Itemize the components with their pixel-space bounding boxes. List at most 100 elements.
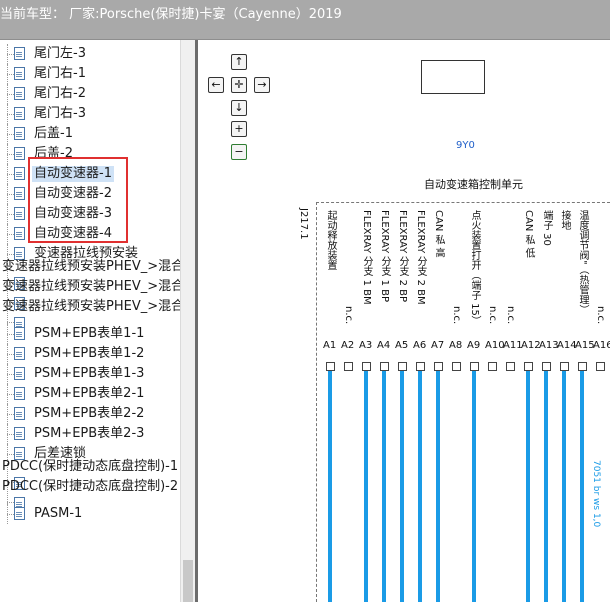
- pin-function-label: FLEXRAY 分支 1 BP: [379, 210, 390, 302]
- tree-branch-line: [7, 502, 14, 503]
- pin-connector[interactable]: [452, 362, 461, 371]
- pin-number: A9: [467, 340, 481, 351]
- zoom-out-button[interactable]: −: [231, 144, 247, 160]
- tree-item[interactable]: 尾门右-1: [0, 64, 180, 84]
- pin-connector[interactable]: [596, 362, 605, 371]
- pin-number: A4: [377, 340, 391, 351]
- pin-connector[interactable]: [326, 362, 335, 371]
- pin-connector[interactable]: [416, 362, 425, 371]
- tree-item-label: PSM+EPB表单2-3: [34, 426, 145, 441]
- pin-connector[interactable]: [380, 362, 389, 371]
- unit-boundary-top: [316, 202, 610, 203]
- pin-connector[interactable]: [524, 362, 533, 371]
- pin-number: A3: [359, 340, 373, 351]
- pin-number: A11: [503, 340, 523, 351]
- tree-item[interactable]: PSM+EPB表单1-1: [0, 324, 180, 344]
- tree-item-label: 变速器拉线预安装PHEV_>混合: [2, 299, 180, 314]
- pin-connector[interactable]: [362, 362, 371, 371]
- wire[interactable]: [400, 371, 404, 602]
- document-icon: [14, 507, 25, 520]
- pin-connector[interactable]: [398, 362, 407, 371]
- wire[interactable]: [526, 371, 530, 602]
- tree-item[interactable]: PSM+EPB表单2-3: [0, 424, 180, 444]
- pan-right-button[interactable]: →: [254, 77, 270, 93]
- tree-branch-line: [7, 174, 14, 175]
- tree-item[interactable]: PDCC(保时捷动态底盘控制)-2: [0, 479, 180, 510]
- document-icon: [14, 327, 25, 340]
- pan-down-button[interactable]: ↓: [231, 100, 247, 116]
- pin-number: A12: [521, 340, 541, 351]
- wire[interactable]: [436, 371, 440, 602]
- pin-connector[interactable]: [578, 362, 587, 371]
- wire[interactable]: [418, 371, 422, 602]
- pin-number: A10: [485, 340, 505, 351]
- tree-item-label: 变速器拉线预安装PHEV_>混合: [2, 259, 180, 274]
- tree-item[interactable]: PSM+EPB表单2-1: [0, 384, 180, 404]
- tree-item[interactable]: PSM+EPB表单2-2: [0, 404, 180, 424]
- document-icon: [14, 87, 25, 100]
- tree-item[interactable]: 后盖-1: [0, 124, 180, 144]
- wire[interactable]: [580, 371, 584, 602]
- document-icon: [14, 127, 25, 140]
- pin-connector[interactable]: [488, 362, 497, 371]
- pin-function-label: FLEXRAY 分支 2 BM: [415, 210, 426, 305]
- document-icon: [14, 227, 25, 240]
- tree-item-label: 尾门右-2: [34, 86, 86, 101]
- pan-center-button[interactable]: ✛: [231, 77, 247, 93]
- tree-item[interactable]: 尾门左-3: [0, 44, 180, 64]
- tree-scrollbar[interactable]: [180, 40, 195, 602]
- pin-function-label: n.c.: [487, 306, 498, 325]
- tree-branch-line: [7, 94, 14, 95]
- pin-connector[interactable]: [560, 362, 569, 371]
- pin-connector[interactable]: [434, 362, 443, 371]
- document-icon: [14, 347, 25, 360]
- unit-title: 自动变速箱控制单元: [424, 178, 523, 191]
- tree-item-label: PSM+EPB表单1-2: [34, 346, 145, 361]
- wire-label: 7051 br ws 1,0: [591, 460, 601, 528]
- model-code: 9Y0: [456, 140, 475, 151]
- component-tree[interactable]: 尾门左-3 尾门右-1 尾门右-2 尾门右-3 后盖-1 后盖-2 自动变速器-1 自动变速器…: [0, 40, 180, 602]
- wire[interactable]: [328, 371, 332, 602]
- pin-connector[interactable]: [344, 362, 353, 371]
- wire[interactable]: [364, 371, 368, 602]
- scrollbar-thumb[interactable]: [183, 560, 193, 602]
- tree-item[interactable]: PSM+EPB表单1-2: [0, 344, 180, 364]
- tree-item[interactable]: PASM-1: [0, 504, 180, 524]
- pin-function-label: FLEXRAY 分支 1 BM: [361, 210, 372, 305]
- pin-function-label: FLEXRAY 分支 2 BP: [397, 210, 408, 302]
- document-icon: [14, 367, 25, 380]
- pin-connector[interactable]: [542, 362, 551, 371]
- document-icon: [14, 67, 25, 80]
- tree-branch-line: [7, 394, 14, 395]
- pin-number: A14: [557, 340, 577, 351]
- wire[interactable]: [472, 371, 476, 602]
- zoom-in-button[interactable]: +: [231, 121, 247, 137]
- tree-branch-line: [7, 322, 14, 323]
- pin-function-label: 端子 30: [541, 210, 552, 246]
- component-symbol-box: [421, 60, 485, 94]
- document-icon: [14, 207, 25, 220]
- pin-number: A15: [575, 340, 595, 351]
- pin-function-label: CAN 私 低: [523, 210, 534, 258]
- tree-branch-line: [7, 374, 14, 375]
- tree-item-label: PDCC(保时捷动态底盘控制)-2: [2, 479, 179, 494]
- tree-item[interactable]: 尾门右-2: [0, 84, 180, 104]
- tree-item[interactable]: 变速器拉线预安装PHEV_>混合: [0, 299, 180, 330]
- pan-left-button[interactable]: ←: [208, 77, 224, 93]
- wire[interactable]: [544, 371, 548, 602]
- diagram-canvas[interactable]: ↑ ← ✛ → ↓ + − 9Y0 自动变速箱控制单元 J217.1 起动释放装…: [198, 40, 610, 602]
- tree-item[interactable]: PSM+EPB表单1-3: [0, 364, 180, 384]
- pin-number: A1: [323, 340, 337, 351]
- pin-function-label: 点火装置打开（端子 15）: [469, 210, 480, 326]
- pin-connector[interactable]: [470, 362, 479, 371]
- tree-branch-line: [7, 214, 14, 215]
- tree-item[interactable]: 尾门右-3: [0, 104, 180, 124]
- document-icon: [14, 167, 25, 180]
- document-icon: [14, 427, 25, 440]
- pan-up-button[interactable]: ↑: [231, 54, 247, 70]
- document-icon: [14, 407, 25, 420]
- wire[interactable]: [562, 371, 566, 602]
- pin-function-label: n.c.: [595, 306, 606, 325]
- pin-connector[interactable]: [506, 362, 515, 371]
- wire[interactable]: [382, 371, 386, 602]
